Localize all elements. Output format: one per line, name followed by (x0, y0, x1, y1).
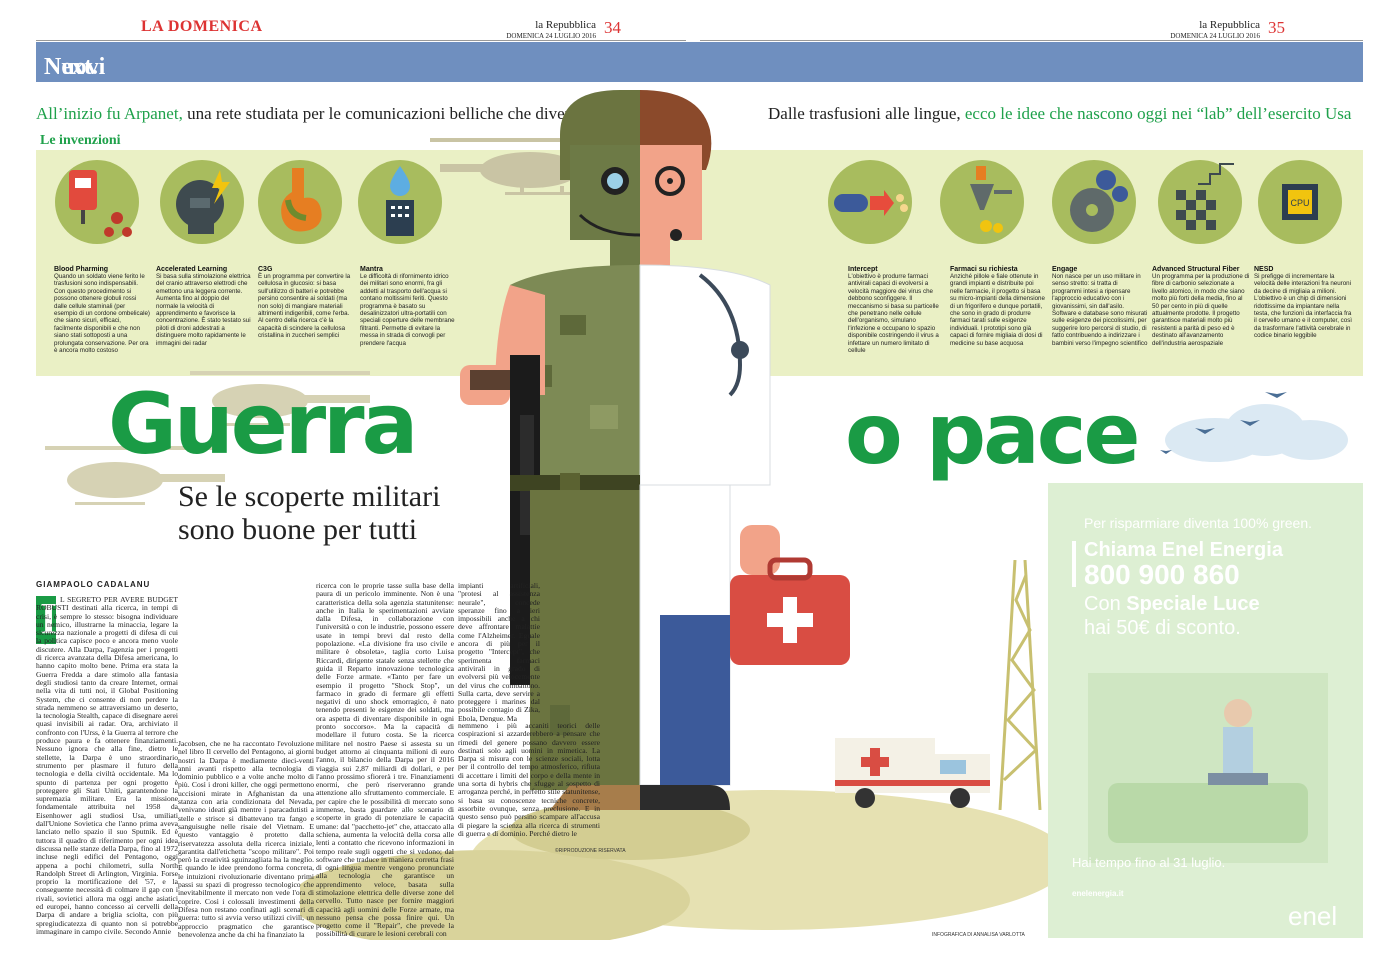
subheadline: Se le scoperte militari sono buone per tu… (178, 480, 440, 546)
ad-photo (1088, 673, 1328, 863)
ad-offer-b: Speciale Luce (1126, 593, 1260, 615)
invention-blood-pharming: Blood Pharming Quando un soldato viene fe… (54, 266, 150, 354)
factory-pill-icon (940, 160, 1024, 244)
invention-nesd: NESD Si prefigge di incrementare la veloc… (1254, 266, 1352, 340)
page-number: 35 (1268, 18, 1285, 37)
left-paper-info: la Repubblica DOMENICA 24 LUGLIO 2016 (476, 20, 596, 42)
subhead-line-1: Se le scoperte militari (178, 480, 441, 513)
headline-guerra: Guerra (108, 375, 418, 473)
blood-bag-icon (55, 160, 139, 244)
section-band: Next. Nuovi fronti (36, 42, 1363, 107)
infographic-credit: INFOGRAFICA DI ANNALISA VARLOTTA (932, 932, 1025, 938)
right-paper-info: la Repubblica DOMENICA 24 LUGLIO 2016 (1140, 20, 1260, 42)
ad-bar (1072, 541, 1076, 587)
invention-text: Anziché pillole e fiale ottenute in gran… (950, 273, 1045, 347)
paper-name: la Repubblica (1199, 19, 1260, 31)
paper-date: DOMENICA 24 LUGLIO 2016 (1170, 32, 1260, 40)
article-column-1: L SEGRETO PER AVERE BUDGET ROBUSTI desti… (36, 596, 178, 936)
paper-date: DOMENICA 24 LUGLIO 2016 (506, 32, 596, 40)
article-column-5: nemmeno i più accaniti teorici delle cos… (458, 722, 600, 838)
ad-url[interactable]: enelenergia.it (1072, 889, 1124, 898)
invention-title: Blood Pharming (54, 266, 109, 273)
invention-text: Quando un soldato viene ferito le trasfu… (54, 273, 150, 355)
cloud-birds-icon (1160, 392, 1348, 462)
invention-title: NESD (1254, 266, 1274, 273)
brain-lightning-icon (160, 160, 244, 244)
right-page-header: la Repubblica DOMENICA 24 LUGLIO 2016 35 (700, 18, 1363, 41)
ad-line-green: Per risparmiare diventa 100% green. (1084, 515, 1313, 531)
invention-accelerated-learning: Accelerated Learning Si basa sulla stimol… (156, 266, 252, 347)
invention-text: Si basa sulla stimolazione elettrica del… (156, 273, 251, 347)
section-nuovi-fronti: Nuovi fronti (44, 54, 106, 107)
ad-discount: hai 50€ di sconto. (1084, 617, 1241, 639)
svg-text:CPU: CPU (1290, 198, 1309, 208)
invention-title: Accelerated Learning (156, 266, 228, 273)
page-number: 34 (604, 18, 621, 37)
subhead-line-2: sono buone per tutti (178, 513, 418, 546)
inventions-title: Le invenzioni (40, 133, 121, 148)
invention-title: Advanced Structural Fiber (1152, 266, 1240, 273)
copyright-note: ©RIPRODUZIONE RISERVATA (555, 848, 626, 854)
left-page-header: LA DOMENICA la Repubblica DOMENICA 24 LU… (36, 18, 686, 41)
invention-title: C3G (258, 266, 273, 273)
invention-text: Un programma per la produzione di fibre … (1152, 273, 1250, 347)
enel-advertisement[interactable]: Per risparmiare diventa 100% green. Chia… (1048, 483, 1363, 938)
water-drop-filter-icon (358, 160, 442, 244)
article-column-4: impianti artificiali, "protesi al assist… (458, 582, 540, 722)
invention-engage: Engage Non nasce per un uso militare in s… (1052, 266, 1148, 347)
invention-title: Farmaci su richiesta (950, 266, 1018, 273)
ad-deadline: Hai tempo fino al 31 luglio. (1072, 855, 1226, 870)
enel-logo: enel (1288, 901, 1338, 931)
article-column-2: Jacobsen, che ne ha raccontato l'evoluzi… (178, 740, 314, 939)
ad-phone[interactable]: 800 900 860 (1084, 559, 1240, 591)
invention-text: Si prefigge di incrementare la velocità … (1254, 273, 1353, 340)
invention-text: Non nasce per un uso militare in senso s… (1052, 273, 1148, 347)
ad-offer: Con Speciale Luce (1084, 593, 1260, 616)
invention-c3g: C3G È un programma per convertire la cell… (258, 266, 354, 340)
ambulance-icon (835, 738, 990, 808)
invention-advanced-structural-fiber: Advanced Structural Fiber Un programma pe… (1152, 266, 1250, 347)
kicker-left-green: All’inizio fu Arpanet, (36, 104, 183, 123)
invention-text: È un programma per convertire la cellulo… (258, 273, 351, 340)
byline: GIAMPAOLO CADALANU (36, 580, 151, 589)
cpu-chip-icon: CPU (1258, 160, 1342, 244)
masthead-la-domenica: LA DOMENICA (141, 18, 263, 35)
checker-fiber-icon (1158, 160, 1242, 244)
invention-title: Engage (1052, 266, 1078, 273)
article-column-3: ricerca con le proprie tasse sulla base … (316, 582, 454, 939)
paper-name: la Repubblica (535, 19, 596, 31)
invention-farmaci-su-richiesta: Farmaci su richiesta Anziché pillole e fi… (950, 266, 1046, 347)
stomach-icon (258, 160, 342, 244)
headline-o-pace: o pace (845, 385, 1141, 483)
ad-offer-a: Con (1084, 593, 1127, 615)
gears-disc-icon (1052, 160, 1136, 244)
kicker-right-green: ecco le idee che nascono oggi nei “lab” … (960, 104, 1352, 123)
